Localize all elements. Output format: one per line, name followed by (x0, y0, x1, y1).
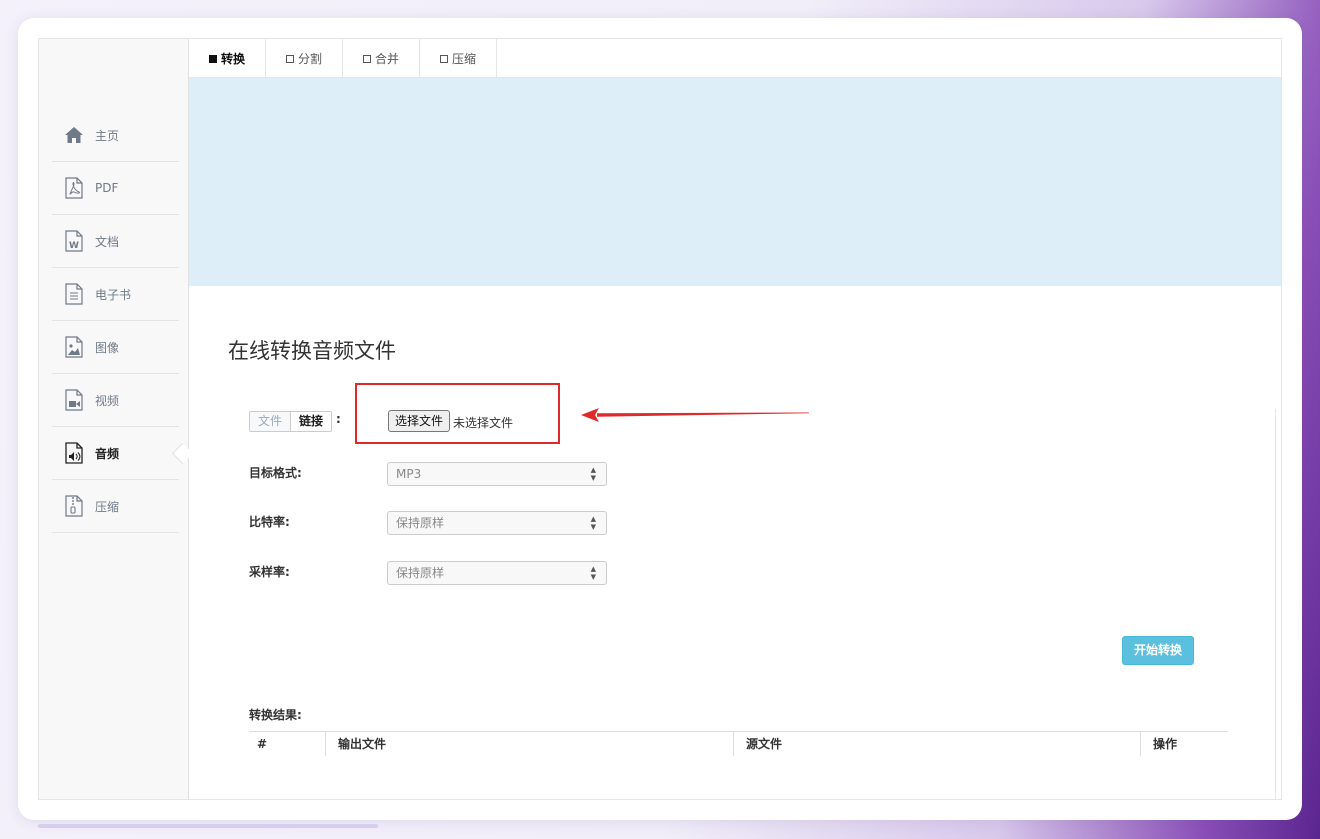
annotation-arrow-icon (581, 408, 809, 422)
source-colon: : (336, 412, 341, 426)
target-format-label: 目标格式: (249, 466, 302, 480)
checkbox-filled-icon (209, 54, 217, 63)
sidebar-item-home[interactable]: 主页 (52, 109, 179, 162)
source-link-option[interactable]: 链接 (291, 412, 332, 431)
column-header-output: 输出文件 (325, 732, 733, 756)
target-format-select[interactable]: MP3 ▲ ▼ (387, 462, 607, 486)
sidebar-item-audio[interactable]: 音频 (52, 427, 179, 480)
select-caret-icon: ▲ ▼ (590, 466, 596, 482)
tab-convert[interactable]: 转换 (189, 39, 267, 78)
column-header-source: 源文件 (733, 732, 1140, 756)
word-doc-icon: W (64, 230, 84, 252)
column-header-index: # (257, 737, 268, 751)
sample-rate-select[interactable]: 保持原样 ▲ ▼ (387, 561, 607, 585)
tab-merge[interactable]: 合并 (343, 39, 421, 78)
zip-icon (64, 495, 84, 517)
panel-divider (1275, 409, 1276, 799)
checkbox-empty-icon (286, 54, 295, 63)
file-status-text: 未选择文件 (453, 416, 514, 430)
sidebar: 主页 PDF W 文档 电子书 图像 视频 音频 压缩 (39, 39, 189, 799)
sidebar-item-video[interactable]: 视频 (52, 374, 179, 427)
sidebar-item-ebook[interactable]: 电子书 (52, 268, 179, 321)
checkbox-empty-icon (363, 54, 372, 63)
source-toggle: 文件 链接 (249, 411, 333, 432)
bitrate-label: 比特率: (249, 515, 290, 529)
app-window: 主页 PDF W 文档 电子书 图像 视频 音频 压缩 转换 分割 合并 压缩 … (38, 38, 1282, 800)
sidebar-nav: 主页 PDF W 文档 电子书 图像 视频 音频 压缩 (52, 109, 179, 533)
ebook-icon (64, 283, 84, 305)
audio-icon (64, 442, 84, 464)
results-table-header: # 输出文件 源文件 操作 (249, 731, 1228, 756)
tab-split[interactable]: 分割 (266, 39, 344, 78)
sidebar-item-image[interactable]: 图像 (52, 321, 179, 374)
sidebar-item-pdf[interactable]: PDF (52, 162, 179, 215)
source-file-option[interactable]: 文件 (250, 412, 292, 431)
sample-rate-label: 采样率: (249, 565, 290, 579)
choose-file-button[interactable]: 选择文件 (388, 410, 451, 432)
column-header-action: 操作 (1140, 732, 1228, 756)
select-caret-icon: ▲ ▼ (590, 565, 596, 581)
sidebar-item-documents[interactable]: W 文档 (52, 215, 179, 268)
top-tabs: 转换 分割 合并 压缩 (189, 39, 1281, 78)
video-icon (64, 389, 84, 411)
results-label: 转换结果: (249, 708, 302, 722)
home-icon (64, 124, 84, 146)
page-title: 在线转换音频文件 (228, 339, 396, 363)
select-caret-icon: ▲ ▼ (590, 515, 596, 531)
start-convert-button[interactable]: 开始转换 (1122, 636, 1194, 665)
bitrate-select[interactable]: 保持原样 ▲ ▼ (387, 511, 607, 535)
sidebar-item-compress[interactable]: 压缩 (52, 480, 179, 533)
image-icon (64, 336, 84, 358)
scroll-indicator (38, 824, 378, 828)
banner-area (189, 78, 1281, 286)
svg-text:W: W (69, 241, 79, 251)
pdf-icon (64, 177, 84, 199)
tab-compress[interactable]: 压缩 (420, 39, 498, 78)
checkbox-empty-icon (440, 54, 449, 63)
